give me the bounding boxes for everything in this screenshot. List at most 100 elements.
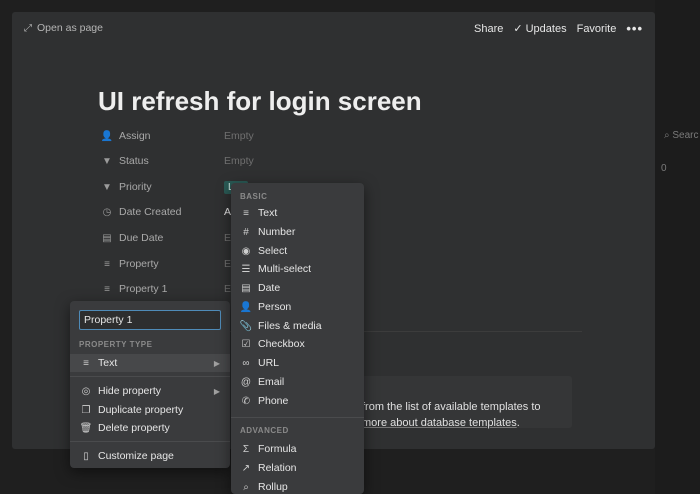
share-button[interactable]: Share bbox=[474, 23, 503, 35]
status-icon: ▼ bbox=[102, 155, 112, 167]
type-item-label: Person bbox=[258, 301, 292, 313]
hide-property-item[interactable]: ◎ Hide property ▶ bbox=[70, 382, 230, 400]
type-item-relation[interactable]: ↗ Relation bbox=[231, 459, 364, 477]
menu-divider bbox=[231, 417, 364, 418]
property-name: Status bbox=[119, 155, 149, 167]
duplicate-icon: ❐ bbox=[81, 404, 91, 416]
background-panel bbox=[655, 0, 700, 494]
property-row-assign[interactable]: 👤 Assign Empty bbox=[100, 126, 400, 146]
hash-icon: # bbox=[243, 226, 249, 238]
customize-page-item[interactable]: ▯ Customize page bbox=[70, 447, 230, 465]
advanced-heading: ADVANCED bbox=[240, 426, 289, 435]
property-edit-menu: PROPERTY TYPE ≡ Text ▶ ◎ Hide property ▶… bbox=[70, 301, 230, 468]
type-item-url[interactable]: ∞ URL bbox=[231, 354, 364, 372]
at-icon: @ bbox=[240, 376, 252, 388]
more-options-icon[interactable]: ••• bbox=[626, 21, 643, 36]
search-text: Searc bbox=[672, 130, 699, 141]
sigma-icon: Σ bbox=[242, 443, 250, 455]
type-item-text[interactable]: ≡ Text bbox=[231, 204, 364, 222]
property-value: Empty bbox=[224, 130, 254, 142]
template-hint-text: from the list of available templates to bbox=[362, 401, 541, 413]
basic-heading: BASIC bbox=[240, 192, 268, 201]
check-icon: ✓ bbox=[513, 23, 523, 35]
chevron-right-icon: ▶ bbox=[213, 358, 220, 368]
type-item-label: URL bbox=[258, 357, 280, 369]
template-hint-text-2: more about database templates. bbox=[362, 417, 520, 429]
calendar-icon: ▤ bbox=[241, 282, 251, 294]
type-item-multi-select[interactable]: ☰ Multi-select bbox=[231, 260, 364, 278]
background-search-label[interactable]: ⌕ Searc bbox=[664, 130, 699, 141]
updates-button[interactable]: ✓ Updates bbox=[513, 22, 567, 36]
phone-icon: ✆ bbox=[241, 395, 251, 407]
search-icon: ⌕ bbox=[664, 130, 670, 141]
type-item-number[interactable]: # Number bbox=[231, 223, 364, 241]
paperclip-icon: 📎 bbox=[239, 320, 253, 332]
property-type-selector[interactable]: ≡ Text ▶ bbox=[70, 354, 230, 372]
delete-property-item[interactable]: 🗑 Delete property bbox=[70, 419, 230, 437]
property-name: Due Date bbox=[119, 232, 164, 244]
select-icon: ◉ bbox=[241, 245, 251, 257]
type-item-label: Rollup bbox=[258, 481, 288, 493]
document-icon: ▯ bbox=[83, 450, 89, 462]
type-item-label: Phone bbox=[258, 395, 289, 407]
list-icon: ☰ bbox=[241, 263, 251, 275]
eye-off-icon: ◎ bbox=[81, 385, 91, 397]
expand-icon: ⤢ bbox=[24, 22, 32, 34]
type-item-files-media[interactable]: 📎 Files & media bbox=[231, 317, 364, 335]
type-item-select[interactable]: ◉ Select bbox=[231, 242, 364, 260]
trash-icon: 🗑 bbox=[79, 422, 93, 434]
type-item-label: Date bbox=[258, 282, 281, 294]
person-icon: 👤 bbox=[239, 301, 253, 313]
property-type-menu: BASIC ≡ Text # Number ◉ Select ☰ Multi-s… bbox=[231, 183, 364, 494]
link-icon: ∞ bbox=[242, 357, 250, 369]
open-as-page-button[interactable]: ⤢ Open as page bbox=[24, 22, 103, 34]
calendar-icon: ▤ bbox=[102, 232, 112, 244]
updates-label: Updates bbox=[525, 22, 567, 35]
open-as-page-label: Open as page bbox=[37, 22, 103, 34]
type-item-checkbox[interactable]: ☑ Checkbox bbox=[231, 335, 364, 353]
duplicate-property-item[interactable]: ❐ Duplicate property bbox=[70, 401, 230, 419]
property-type-heading: PROPERTY TYPE bbox=[79, 340, 153, 349]
page-title[interactable]: UI refresh for login screen bbox=[98, 86, 422, 117]
property-name: Priority bbox=[119, 181, 152, 193]
property-name: Date Created bbox=[119, 206, 182, 218]
database-templates-link[interactable]: more about database templates bbox=[362, 417, 517, 429]
type-item-email[interactable]: @ Email bbox=[231, 373, 364, 391]
top-actions: Share ✓ Updates Favorite ••• bbox=[474, 21, 643, 36]
type-item-person[interactable]: 👤 Person bbox=[231, 298, 364, 316]
type-item-label: Files & media bbox=[258, 320, 322, 332]
clock-icon: ◷ bbox=[102, 206, 112, 218]
type-item-rollup[interactable]: ⌕ Rollup bbox=[231, 478, 364, 494]
property-name: Property 1 bbox=[119, 283, 168, 295]
person-icon: 👤 bbox=[100, 130, 114, 142]
top-bar: ⤢ Open as page Share ✓ Updates Favorite … bbox=[12, 12, 655, 44]
chevron-right-icon: ▶ bbox=[213, 386, 220, 396]
property-name: Assign bbox=[119, 130, 151, 142]
menu-divider bbox=[70, 376, 230, 377]
menu-divider bbox=[70, 441, 230, 442]
type-item-label: Text bbox=[258, 207, 278, 219]
text-lines-icon: ≡ bbox=[243, 207, 249, 219]
type-item-formula[interactable]: Σ Formula bbox=[231, 440, 364, 458]
checkbox-icon: ☑ bbox=[241, 338, 251, 350]
property-type-label: Text bbox=[98, 357, 118, 369]
property-name: Property bbox=[119, 258, 159, 270]
favorite-button[interactable]: Favorite bbox=[577, 23, 617, 35]
type-item-label: Select bbox=[258, 245, 288, 257]
type-item-date[interactable]: ▤ Date bbox=[231, 279, 364, 297]
delete-property-label: Delete property bbox=[98, 422, 170, 434]
type-item-label: Checkbox bbox=[258, 338, 305, 350]
property-value: Empty bbox=[224, 155, 254, 167]
type-item-label: Email bbox=[258, 376, 285, 388]
type-item-label: Formula bbox=[258, 443, 297, 455]
duplicate-property-label: Duplicate property bbox=[98, 404, 184, 416]
text-lines-icon: ≡ bbox=[104, 283, 110, 295]
property-name-input[interactable] bbox=[79, 310, 221, 330]
text-lines-icon: ≡ bbox=[104, 258, 110, 270]
type-item-phone[interactable]: ✆ Phone bbox=[231, 392, 364, 410]
priority-icon: ▼ bbox=[102, 181, 112, 193]
type-item-label: Relation bbox=[258, 462, 297, 474]
property-row-status[interactable]: ▼ Status Empty bbox=[100, 151, 400, 171]
customize-page-label: Customize page bbox=[98, 450, 174, 462]
background-count: 0 bbox=[661, 163, 667, 174]
